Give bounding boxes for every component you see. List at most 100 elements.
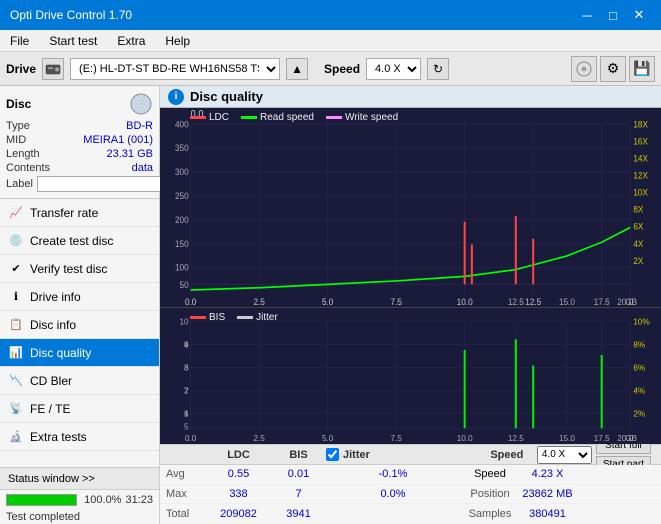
disc-type-label: Type	[6, 120, 30, 132]
lower-chart: BIS Jitter	[160, 308, 661, 444]
status-window-button[interactable]: Status window >>	[0, 468, 159, 490]
write-speed-color	[326, 116, 342, 119]
close-button[interactable]: ✕	[627, 4, 651, 26]
svg-text:100: 100	[175, 262, 189, 273]
save-button[interactable]: 💾	[629, 56, 655, 82]
sidebar-item-fe-te[interactable]: 📡 FE / TE	[0, 395, 159, 423]
svg-text:10.0: 10.0	[457, 434, 473, 443]
svg-text:0.0: 0.0	[185, 296, 197, 307]
avg-speed-label: Speed	[460, 468, 520, 480]
disc-button[interactable]	[571, 56, 597, 82]
sidebar-item-cd-bler[interactable]: 📉 CD Bler	[0, 367, 159, 395]
status-progress-text: 100.0%	[81, 494, 121, 506]
extra-tests-icon: 🔬	[8, 429, 24, 445]
disc-label-label: Label	[6, 178, 33, 190]
legend-jitter-label: Jitter	[256, 312, 278, 323]
legend-write-speed: Write speed	[326, 112, 398, 123]
sidebar-item-label: FE / TE	[30, 402, 70, 416]
avg-speed-val: 4.23 X	[520, 468, 575, 480]
disc-length-row: Length 23.31 GB	[6, 148, 153, 160]
sidebar-item-label: Extra tests	[30, 430, 87, 444]
drive-label: Drive	[6, 62, 36, 76]
samples-val: 380491	[520, 508, 575, 520]
svg-text:10: 10	[180, 318, 189, 327]
lower-chart-svg: 10 9 8 7 6 5 10% 8% 6% 4% 2%	[160, 308, 661, 444]
avg-jitter: -0.1%	[326, 468, 460, 480]
titlebar: Opti Drive Control 1.70 ─ □ ✕	[0, 0, 661, 30]
status-progress-bar	[6, 494, 77, 506]
svg-text:10X: 10X	[633, 187, 648, 198]
svg-text:2.5: 2.5	[253, 296, 265, 307]
disc-contents-row: Contents data	[6, 162, 153, 174]
menubar: File Start test Extra Help	[0, 30, 661, 52]
drive-select[interactable]: (E:) HL-DT-ST BD-RE WH16NS58 TST4	[70, 58, 280, 80]
minimize-button[interactable]: ─	[575, 4, 599, 26]
status-progress-row: 100.0% 31:23	[0, 490, 159, 510]
menu-start-test[interactable]: Start test	[39, 32, 107, 50]
sidebar-item-label: Create test disc	[30, 234, 113, 248]
sidebar-item-disc-quality[interactable]: 📊 Disc quality	[0, 339, 159, 367]
stats-ldc-header: LDC	[206, 449, 271, 461]
stats-jitter-header: Jitter	[343, 449, 370, 461]
drive-icon	[42, 58, 64, 80]
stats-speed-select[interactable]: 4.0 X	[537, 446, 592, 464]
transfer-rate-icon: 📈	[8, 205, 24, 221]
svg-text:10%: 10%	[633, 318, 650, 327]
position-label: Position	[460, 488, 520, 500]
disc-type-row: Type BD-R	[6, 120, 153, 132]
refresh-button[interactable]: ↻	[427, 58, 449, 80]
speed-select[interactable]: 4.0 X	[366, 58, 421, 80]
position-val: 23862 MB	[520, 488, 575, 500]
svg-text:12.5: 12.5	[508, 296, 524, 307]
sidebar-item-transfer-rate[interactable]: 📈 Transfer rate	[0, 199, 159, 227]
settings-button[interactable]: ⚙	[600, 56, 626, 82]
menu-extra[interactable]: Extra	[107, 32, 155, 50]
svg-text:250: 250	[175, 191, 189, 202]
sidebar-item-drive-info[interactable]: ℹ Drive info	[0, 283, 159, 311]
menu-help[interactable]: Help	[155, 32, 200, 50]
svg-text:6X: 6X	[633, 221, 643, 232]
eject-button[interactable]: ▲	[286, 58, 308, 80]
disc-mid-row: MID MEIRA1 (001)	[6, 134, 153, 146]
sidebar-item-extra-tests[interactable]: 🔬 Extra tests	[0, 423, 159, 451]
sidebar-item-label: CD Bler	[30, 374, 72, 388]
svg-text:1: 1	[184, 410, 189, 419]
disc-icon	[129, 92, 153, 116]
svg-text:2: 2	[184, 387, 189, 396]
svg-text:12.5: 12.5	[508, 434, 524, 443]
disc-length-value: 23.31 GB	[107, 148, 153, 160]
svg-text:6%: 6%	[633, 364, 645, 373]
main-content: Disc Type BD-R MID MEIRA1 (001) Length	[0, 86, 661, 524]
legend-ldc: LDC	[190, 112, 229, 123]
total-label: Total	[166, 508, 206, 520]
svg-text:4X: 4X	[633, 238, 643, 249]
svg-text:300: 300	[175, 167, 189, 178]
chart-header-icon: i	[168, 89, 184, 105]
max-jitter: 0.0%	[326, 488, 460, 500]
svg-text:17.5: 17.5	[594, 434, 610, 443]
sidebar-item-disc-info[interactable]: 📋 Disc info	[0, 311, 159, 339]
svg-text:12.5: 12.5	[525, 296, 541, 307]
disc-contents-value: data	[132, 162, 153, 174]
nav-section: 📈 Transfer rate 💿 Create test disc ✔ Ver…	[0, 199, 159, 467]
sidebar: Disc Type BD-R MID MEIRA1 (001) Length	[0, 86, 160, 524]
avg-label: Avg	[166, 468, 206, 480]
svg-text:16X: 16X	[633, 136, 648, 147]
max-bis: 7	[271, 488, 326, 500]
total-bis: 3941	[271, 508, 326, 520]
legend-read-speed-label: Read speed	[260, 112, 314, 123]
sidebar-item-create-test-disc[interactable]: 💿 Create test disc	[0, 227, 159, 255]
menu-file[interactable]: File	[0, 32, 39, 50]
toolbar-right-buttons: ⚙ 💾	[571, 56, 655, 82]
disc-label-input[interactable]	[37, 176, 175, 192]
cd-bler-icon: 📉	[8, 373, 24, 389]
create-test-disc-icon: 💿	[8, 233, 24, 249]
maximize-button[interactable]: □	[601, 4, 625, 26]
samples-label: Samples	[460, 508, 520, 520]
status-bar: Status window >> 100.0% 31:23 Test compl…	[0, 467, 159, 524]
jitter-checkbox[interactable]	[326, 448, 339, 461]
svg-text:15.0: 15.0	[559, 434, 575, 443]
sidebar-item-label: Drive info	[30, 290, 81, 304]
disc-contents-label: Contents	[6, 162, 50, 174]
sidebar-item-verify-test-disc[interactable]: ✔ Verify test disc	[0, 255, 159, 283]
